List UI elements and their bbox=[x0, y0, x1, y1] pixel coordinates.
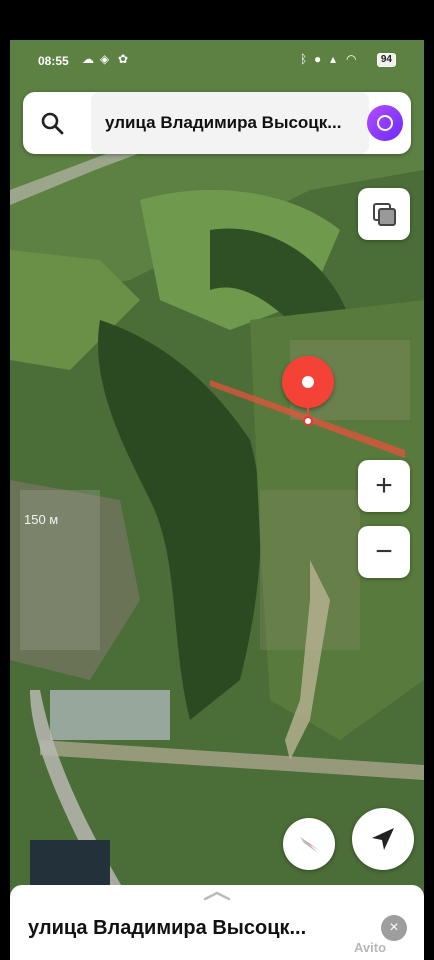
zoom-in-button[interactable]: + bbox=[358, 460, 410, 512]
compass-button[interactable] bbox=[283, 818, 335, 870]
pin-anchor-point bbox=[303, 416, 313, 426]
location-icon: ● bbox=[314, 52, 322, 66]
place-title: улица Владимира Высоцк... bbox=[28, 917, 307, 939]
layers-button[interactable] bbox=[358, 188, 410, 240]
app-frame: 08:55 ☁ ◈ ✿ ᛒ ● ▴ ◠ 94 улица Владимира В… bbox=[10, 40, 424, 960]
alice-assistant-icon[interactable] bbox=[367, 105, 403, 141]
status-bar: 08:55 ☁ ◈ ✿ ᛒ ● ▴ ◠ 94 bbox=[10, 40, 424, 82]
search-bar[interactable]: улица Владимира Высоцк... bbox=[23, 92, 411, 154]
notification-icon: ☁ bbox=[82, 52, 94, 66]
watermark-logo: Avito bbox=[354, 940, 387, 955]
search-input[interactable]: улица Владимира Высоцк... bbox=[91, 92, 369, 154]
zoom-out-button[interactable]: − bbox=[358, 526, 410, 578]
map-scale: 150 м bbox=[24, 512, 59, 527]
location-pin-icon[interactable] bbox=[282, 356, 334, 408]
layers-icon bbox=[373, 203, 396, 226]
notification-icon: ✿ bbox=[118, 52, 129, 66]
search-icon[interactable] bbox=[39, 110, 65, 136]
compass-icon bbox=[300, 837, 320, 853]
close-button[interactable]: × bbox=[381, 915, 407, 941]
wifi-icon: ◠ bbox=[346, 52, 357, 66]
signal-icon: ▴ bbox=[330, 52, 337, 66]
bluetooth-icon: ᛒ bbox=[300, 52, 308, 66]
navigation-arrow-icon bbox=[372, 828, 394, 850]
chevron-up-icon[interactable] bbox=[203, 891, 231, 901]
my-location-button[interactable] bbox=[352, 808, 414, 870]
search-query-text: улица Владимира Высоцк... bbox=[105, 113, 342, 132]
status-time: 08:55 bbox=[38, 54, 69, 68]
notification-icon: ◈ bbox=[100, 52, 110, 66]
battery-indicator: 94 bbox=[376, 53, 396, 67]
